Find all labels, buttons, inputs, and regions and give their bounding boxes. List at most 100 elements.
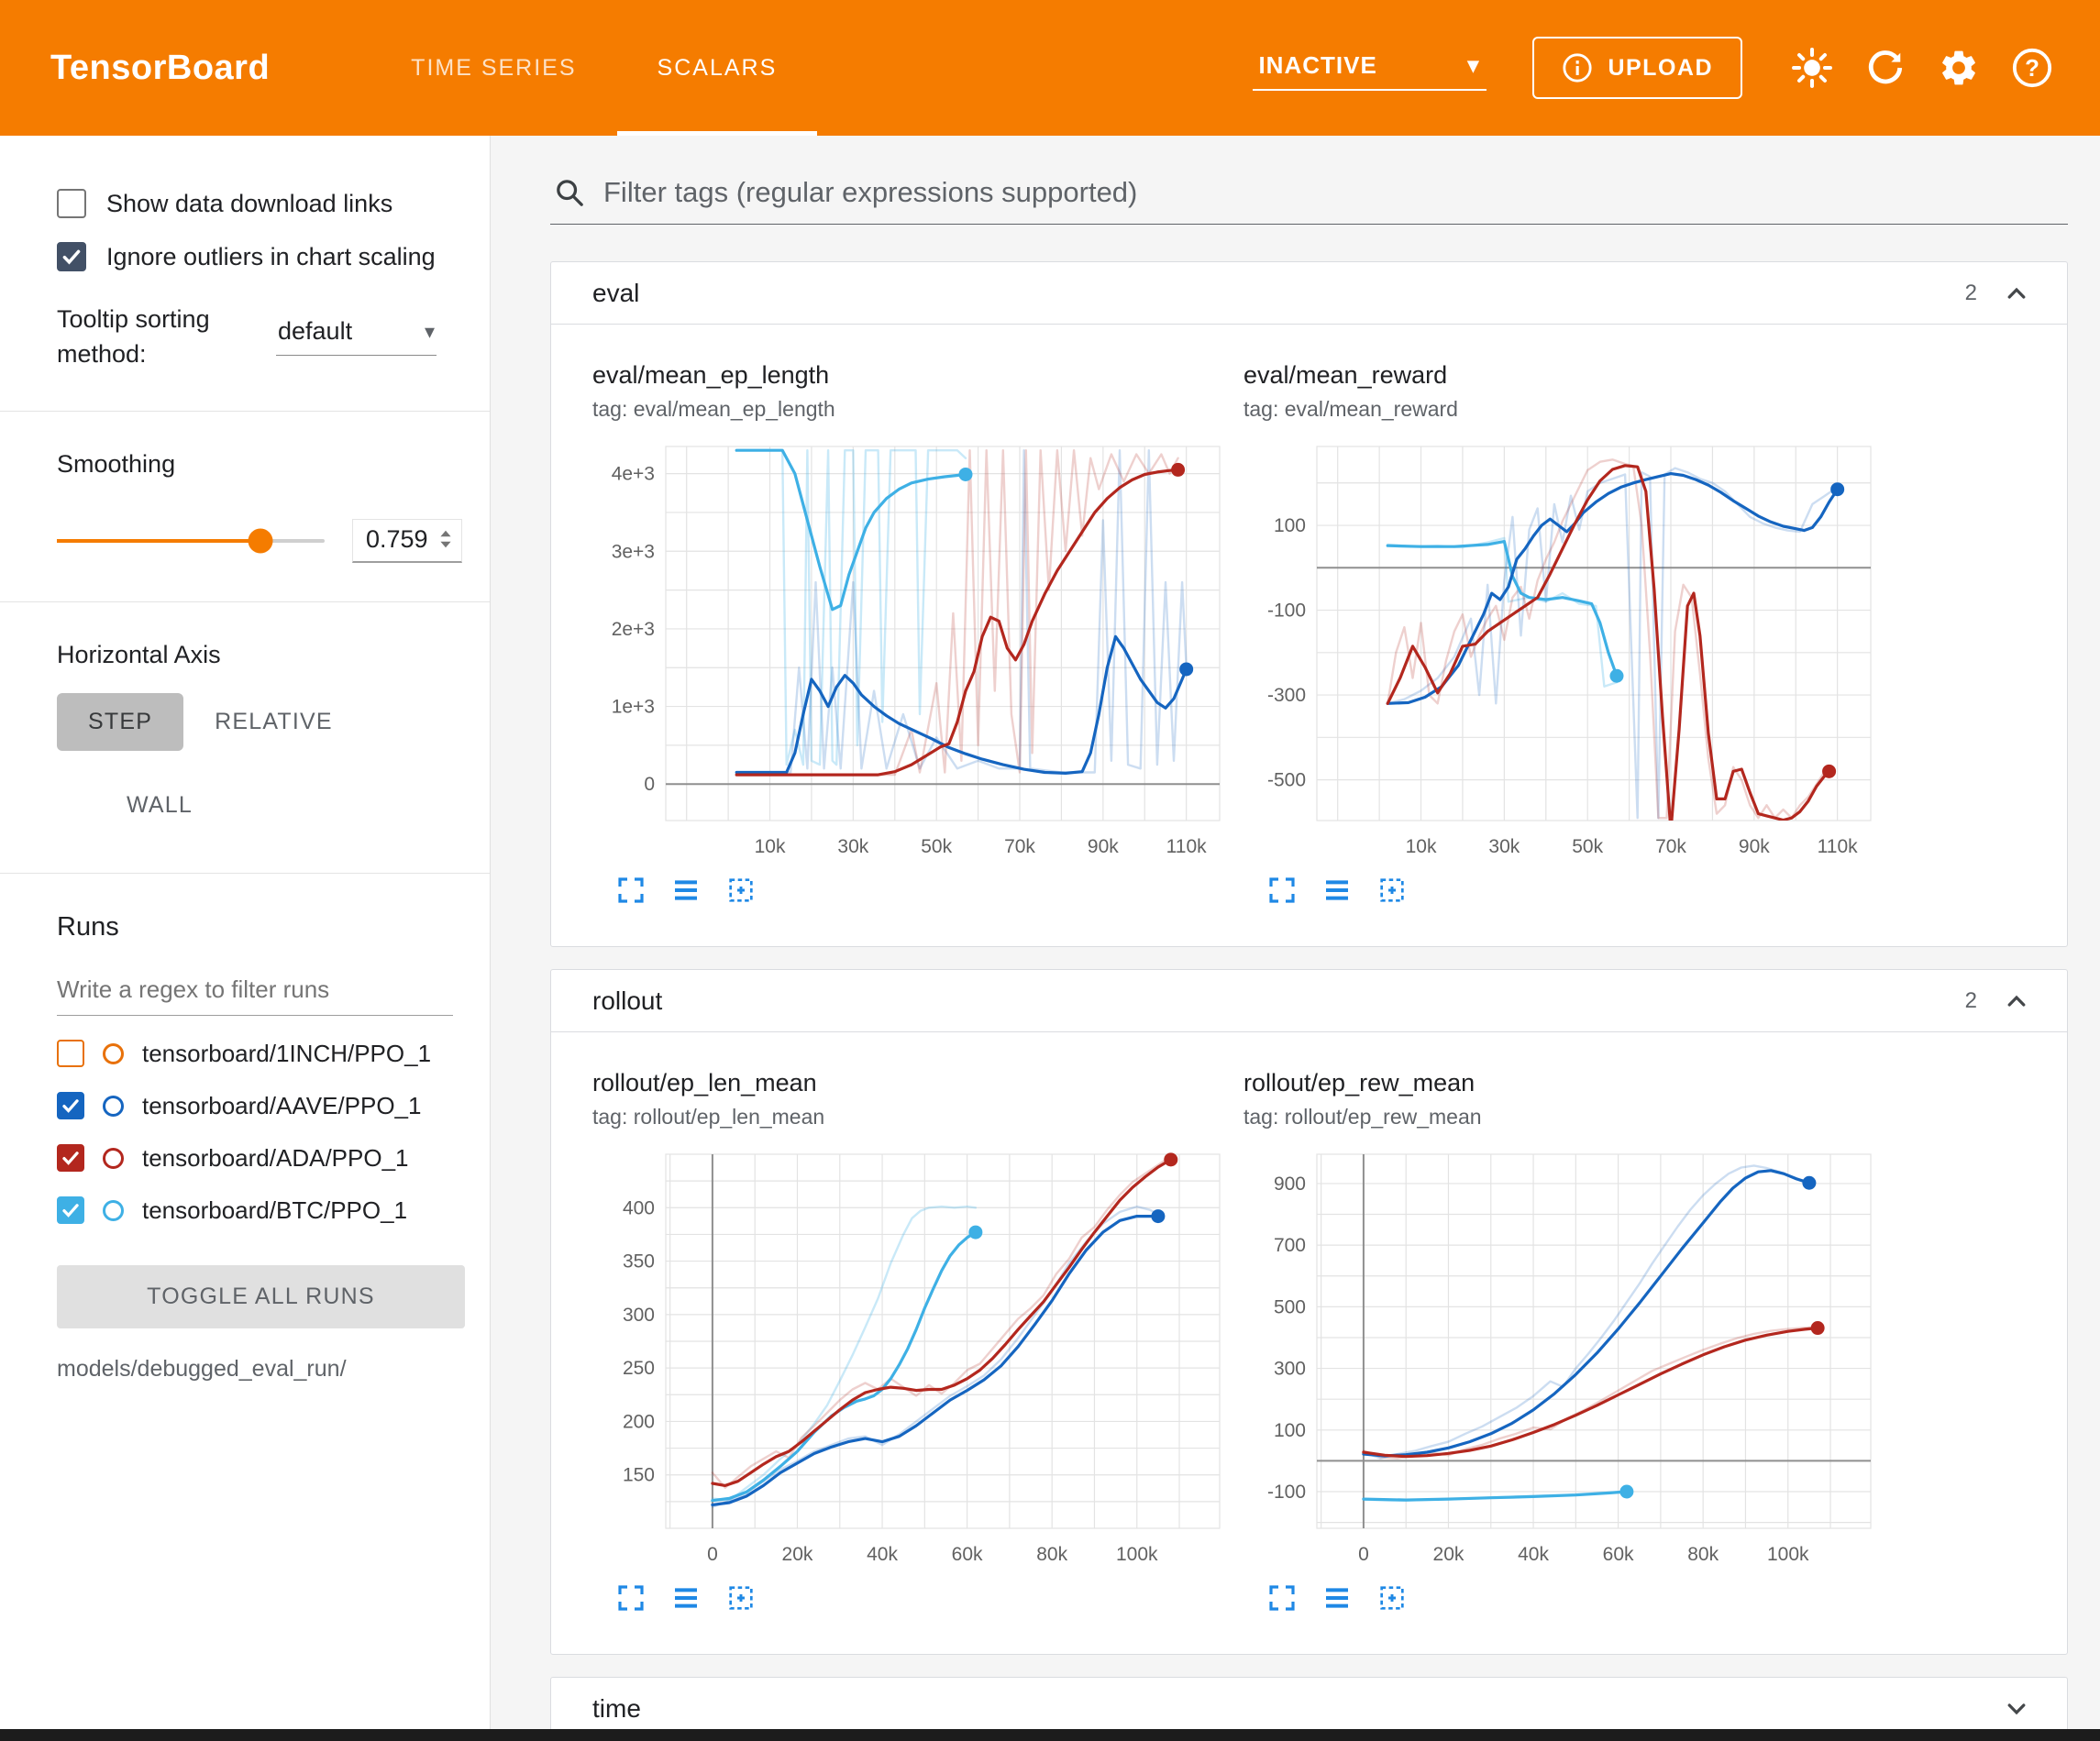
- fit-domain-icon[interactable]: [726, 876, 756, 905]
- chart-title: rollout/ep_len_mean: [592, 1069, 1243, 1097]
- svg-text:-300: -300: [1267, 685, 1306, 706]
- svg-text:500: 500: [1274, 1296, 1306, 1317]
- svg-text:700: 700: [1274, 1235, 1306, 1256]
- checkbox-label: Show data download links: [106, 190, 392, 218]
- runs-filter-input[interactable]: [57, 964, 453, 1016]
- tab-scalars[interactable]: SCALARS: [617, 0, 818, 136]
- horizontal-axis-buttons: STEP RELATIVE WALL: [57, 693, 465, 834]
- expand-chart-icon[interactable]: [616, 876, 646, 905]
- card-eval-charts: eval/mean_ep_lengthtag: eval/mean_ep_len…: [551, 325, 2067, 946]
- svg-text:100k: 100k: [1767, 1544, 1809, 1565]
- card-count: 2: [1965, 988, 1977, 1014]
- data-table-icon[interactable]: [671, 876, 701, 905]
- run-item-AAVE[interactable]: tensorboard/AAVE/PPO_1: [57, 1092, 453, 1120]
- brightness-icon[interactable]: [1791, 47, 1833, 89]
- smoothing-slider[interactable]: [57, 539, 325, 543]
- chart-tag: tag: rollout/ep_rew_mean: [1243, 1105, 1895, 1129]
- settings-gear-icon[interactable]: [1938, 47, 1980, 89]
- collapse-chevron-down-icon[interactable]: [2001, 1693, 2032, 1724]
- data-table-icon[interactable]: [671, 1583, 701, 1613]
- svg-text:20k: 20k: [782, 1544, 813, 1565]
- chart-toolbar: [1243, 1583, 1895, 1613]
- card-count: 2: [1965, 281, 1977, 306]
- smoothing-value: 0.759: [366, 525, 428, 554]
- upload-button[interactable]: UPLOAD: [1532, 37, 1742, 99]
- data-table-icon[interactable]: [1322, 1583, 1352, 1613]
- chevron-down-icon: ▾: [1467, 52, 1479, 79]
- svg-text:-100: -100: [1267, 1482, 1306, 1503]
- svg-text:900: 900: [1274, 1174, 1306, 1195]
- divider: [0, 601, 490, 602]
- toggle-all-runs-button[interactable]: TOGGLE ALL RUNS: [57, 1265, 465, 1328]
- bottom-edge: [0, 1729, 2100, 1741]
- collapse-chevron-up-icon[interactable]: [2001, 986, 2032, 1017]
- fit-domain-icon[interactable]: [1377, 1583, 1407, 1613]
- chart-canvas-rollout-ep-len-mean[interactable]: 020k40k60k80k100k150200250300350400: [592, 1141, 1234, 1574]
- run-item-1INCH[interactable]: tensorboard/1INCH/PPO_1: [57, 1040, 453, 1068]
- stepper-arrows-icon[interactable]: [439, 525, 452, 553]
- svg-text:50k: 50k: [1572, 836, 1603, 857]
- smoothing-value-input[interactable]: 0.759: [352, 519, 462, 563]
- run-checkbox[interactable]: [57, 1092, 84, 1119]
- chart-canvas-eval-mean-reward[interactable]: 10k30k50k70k90k110k-500-300-100100: [1243, 434, 1885, 866]
- chart-tag: tag: rollout/ep_len_mean: [592, 1105, 1243, 1129]
- chart-canvas-rollout-ep-rew-mean[interactable]: 020k40k60k80k100k-100100300500700900: [1243, 1141, 1885, 1574]
- fit-domain-icon[interactable]: [726, 1583, 756, 1613]
- tooltip-sorting-select[interactable]: default ▾: [276, 308, 437, 356]
- svg-text:0: 0: [1358, 1544, 1369, 1565]
- fit-domain-icon[interactable]: [1377, 876, 1407, 905]
- tab-time-series[interactable]: TIME SERIES: [370, 0, 616, 136]
- smoothing-slider-fill: [57, 539, 260, 543]
- card-rollout: rollout 2 rollout/ep_len_meantag: rollou…: [550, 969, 2068, 1655]
- svg-text:110k: 110k: [1818, 836, 1858, 857]
- checkbox-icon[interactable]: [57, 189, 86, 218]
- run-color-circle: [103, 1200, 124, 1221]
- help-icon[interactable]: ?: [2011, 47, 2053, 89]
- chart-tag: tag: eval/mean_reward: [1243, 397, 1895, 421]
- run-item-BTC[interactable]: tensorboard/BTC/PPO_1: [57, 1196, 453, 1225]
- svg-text:110k: 110k: [1166, 836, 1207, 857]
- svg-text:100: 100: [1274, 515, 1306, 536]
- show-download-links-checkbox-row[interactable]: Show data download links: [57, 189, 453, 218]
- svg-text:-500: -500: [1267, 770, 1306, 791]
- card-eval-header[interactable]: eval 2: [551, 262, 2067, 325]
- expand-chart-icon[interactable]: [616, 1583, 646, 1613]
- svg-text:4e+3: 4e+3: [612, 464, 655, 485]
- run-checkbox[interactable]: [57, 1040, 84, 1067]
- divider: [0, 873, 490, 874]
- axis-relative-button[interactable]: RELATIVE: [183, 693, 364, 751]
- collapse-chevron-up-icon[interactable]: [2001, 278, 2032, 309]
- data-table-icon[interactable]: [1322, 876, 1352, 905]
- svg-text:10k: 10k: [1406, 836, 1437, 857]
- svg-text:20k: 20k: [1433, 1544, 1464, 1565]
- run-color-circle: [103, 1096, 124, 1117]
- chart-title: rollout/ep_rew_mean: [1243, 1069, 1895, 1097]
- chart-rollout-ep-rew-mean: rollout/ep_rew_mean tag: rollout/ep_rew_m…: [1243, 1069, 1895, 1613]
- checkbox-icon[interactable]: [57, 242, 86, 271]
- expand-chart-icon[interactable]: [1267, 1583, 1297, 1613]
- run-label: tensorboard/ADA/PPO_1: [142, 1144, 409, 1173]
- svg-text:250: 250: [623, 1358, 655, 1379]
- chart-rollout-ep-len-mean: rollout/ep_len_mean tag: rollout/ep_len_m…: [592, 1069, 1243, 1613]
- refresh-icon[interactable]: [1864, 47, 1907, 89]
- expand-chart-icon[interactable]: [1267, 876, 1297, 905]
- card-rollout-header[interactable]: rollout 2: [551, 970, 2067, 1032]
- app-title: TensorBoard: [50, 49, 270, 88]
- ignore-outliers-checkbox-row[interactable]: Ignore outliers in chart scaling: [57, 242, 453, 271]
- run-label: tensorboard/BTC/PPO_1: [142, 1196, 407, 1225]
- runs-footer: models/debugged_eval_run/: [57, 1356, 453, 1383]
- axis-wall-button[interactable]: WALL: [95, 777, 224, 834]
- horizontal-axis-label: Horizontal Axis: [57, 641, 453, 669]
- axis-step-button[interactable]: STEP: [57, 693, 183, 751]
- svg-text:80k: 80k: [1687, 1544, 1719, 1565]
- filter-tags-row: [550, 171, 2068, 225]
- status-dropdown[interactable]: INACTIVE ▾: [1253, 46, 1487, 91]
- smoothing-slider-thumb[interactable]: [248, 528, 272, 553]
- run-checkbox[interactable]: [57, 1196, 84, 1224]
- run-checkbox[interactable]: [57, 1144, 84, 1172]
- chart-canvas-eval-mean-ep-length[interactable]: 10k30k50k70k90k110k01e+32e+33e+34e+3: [592, 434, 1234, 866]
- svg-text:80k: 80k: [1036, 1544, 1067, 1565]
- svg-text:200: 200: [623, 1411, 655, 1432]
- run-item-ADA[interactable]: tensorboard/ADA/PPO_1: [57, 1144, 453, 1173]
- filter-tags-input[interactable]: [603, 176, 2064, 209]
